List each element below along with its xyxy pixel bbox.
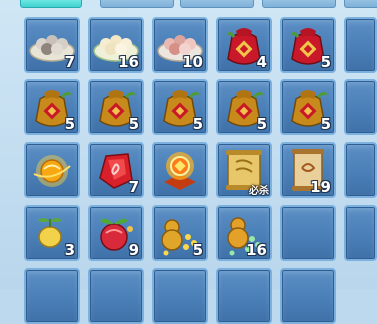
inventory-slot[interactable]: 必杀 xyxy=(216,142,272,198)
inventory-slot[interactable] xyxy=(24,268,80,324)
inventory-slot[interactable]: 7 xyxy=(24,17,80,73)
inventory-slot[interactable]: 16 xyxy=(216,205,272,261)
item-count: 16 xyxy=(246,241,267,259)
inventory-slot[interactable]: 19 xyxy=(280,142,336,198)
inventory-slot[interactable] xyxy=(24,142,80,198)
inventory-slot[interactable] xyxy=(216,268,272,324)
item-count: 5 xyxy=(320,115,331,133)
item-count: 16 xyxy=(118,53,139,71)
golden-orb-icon xyxy=(33,155,71,187)
inventory-slot[interactable]: 16 xyxy=(88,17,144,73)
item-count: 5 xyxy=(320,53,331,71)
inventory-slot[interactable]: 5 xyxy=(152,205,208,261)
item-count: 5 xyxy=(192,241,203,259)
item-count: 7 xyxy=(128,178,139,196)
item-count: 7 xyxy=(64,53,75,71)
glowing-token-icon xyxy=(164,152,196,190)
inventory-slot[interactable] xyxy=(152,142,208,198)
inventory-slot[interactable]: 7 xyxy=(88,142,144,198)
inventory-slot[interactable] xyxy=(344,17,377,73)
item-badge: 必杀 xyxy=(249,186,269,197)
inventory-slot[interactable]: 5 xyxy=(152,79,208,135)
item-count: 5 xyxy=(192,115,203,133)
item-count: 9 xyxy=(128,241,139,259)
item-count: 5 xyxy=(64,115,75,133)
inventory-slot[interactable]: 9 xyxy=(88,205,144,261)
inventory-grid: 7 16 10 4 5 5 5 5 5 5 7 必杀 19 3 9 5 16 xyxy=(0,0,377,324)
inventory-slot[interactable] xyxy=(152,268,208,324)
inventory-slot[interactable] xyxy=(88,268,144,324)
inventory-slot[interactable]: 5 xyxy=(280,79,336,135)
inventory-slot[interactable]: 5 xyxy=(280,17,336,73)
item-count: 5 xyxy=(256,115,267,133)
inventory-slot[interactable]: 10 xyxy=(152,17,208,73)
item-count: 19 xyxy=(310,178,331,196)
item-count: 5 xyxy=(128,115,139,133)
inventory-slot[interactable] xyxy=(344,205,377,261)
inventory-slot[interactable]: 4 xyxy=(216,17,272,73)
inventory-slot[interactable]: 3 xyxy=(24,205,80,261)
inventory-slot[interactable]: 5 xyxy=(216,79,272,135)
item-count: 10 xyxy=(182,53,203,71)
inventory-slot[interactable] xyxy=(344,79,377,135)
inventory-slot[interactable] xyxy=(344,142,377,198)
inventory-slot[interactable]: 5 xyxy=(24,79,80,135)
inventory-slot[interactable] xyxy=(280,205,336,261)
inventory-slot[interactable] xyxy=(280,268,336,324)
item-count: 4 xyxy=(256,53,267,71)
item-count: 3 xyxy=(64,241,75,259)
inventory-slot[interactable]: 5 xyxy=(88,79,144,135)
